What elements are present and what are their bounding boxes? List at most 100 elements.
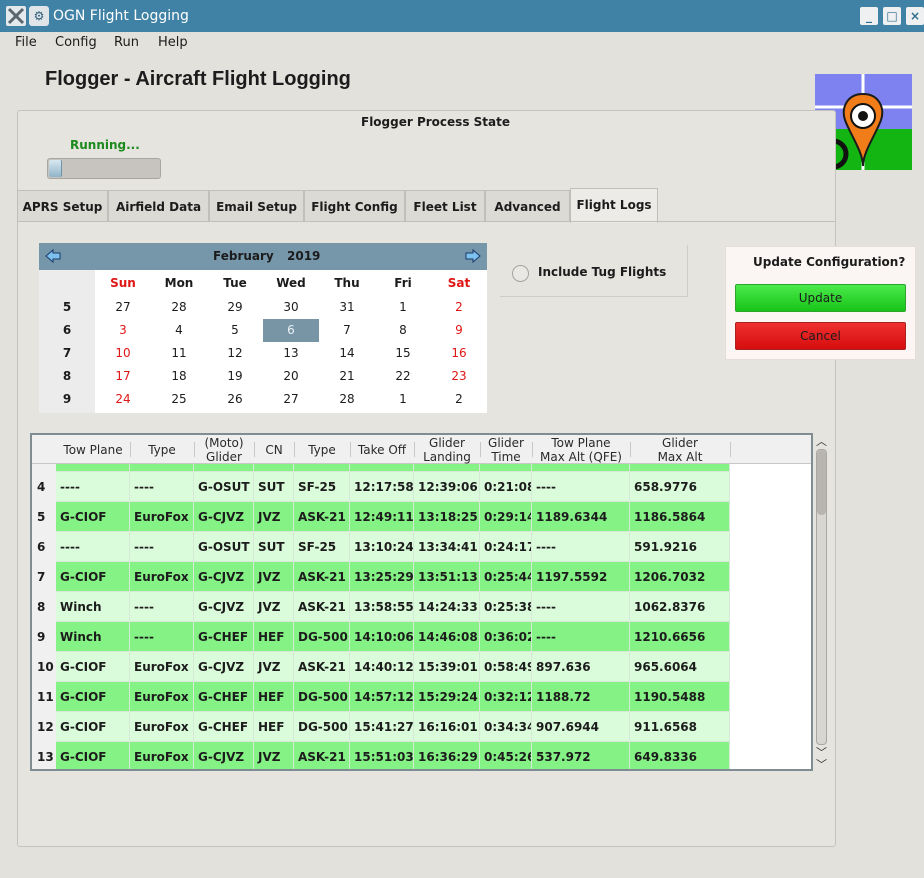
row-header[interactable]: 10 (32, 652, 56, 682)
row-header[interactable]: 6 (32, 532, 56, 562)
column-header[interactable]: Type (294, 435, 350, 464)
calendar-day[interactable]: 29 (207, 296, 263, 319)
calendar-day[interactable]: 9 (431, 319, 487, 342)
table-cell[interactable]: G-CHEF (194, 622, 254, 652)
menu-config[interactable]: Config (55, 35, 97, 50)
table-cell[interactable]: EuroFox (130, 502, 194, 532)
table-cell[interactable]: 13:25:29 (350, 562, 414, 592)
table-cell[interactable]: G-CIOF (56, 682, 130, 712)
prev-month-arrow-icon[interactable] (45, 248, 61, 264)
calendar-year[interactable]: 2019 (287, 249, 320, 263)
table-cell[interactable]: 1190.5488 (630, 682, 730, 712)
table-cell[interactable]: 965.6064 (630, 652, 730, 682)
table-cell[interactable]: 14:46:08 (414, 622, 480, 652)
table-cell[interactable]: G-CIOF (56, 652, 130, 682)
table-cell[interactable]: HEF (254, 622, 294, 652)
table-cell[interactable]: ASK-21 (294, 502, 350, 532)
menu-run[interactable]: Run (114, 35, 139, 50)
table-cell[interactable]: 16:16:01 (414, 712, 480, 742)
row-header[interactable]: 8 (32, 592, 56, 622)
calendar-day[interactable]: 11 (151, 342, 207, 365)
table-cell[interactable]: 0:45:26 (480, 742, 532, 769)
calendar-day[interactable]: 1 (375, 296, 431, 319)
table-cell[interactable]: 12:17:58 (350, 472, 414, 502)
calendar-day[interactable]: 7 (319, 319, 375, 342)
table-cell[interactable]: ASK-21 (294, 592, 350, 622)
table-cell[interactable]: 658.9776 (630, 472, 730, 502)
tab-aprs-setup[interactable]: APRS Setup (17, 190, 108, 222)
table-cell[interactable]: 1210.6656 (630, 622, 730, 652)
table-cell[interactable]: 1062.8376 (630, 592, 730, 622)
scroll-down-icon-2[interactable]: ﹀ (816, 756, 827, 772)
calendar-day[interactable]: 25 (151, 388, 207, 411)
calendar-month[interactable]: February (213, 249, 274, 263)
table-cell[interactable]: 591.9216 (630, 532, 730, 562)
table-cell[interactable]: ---- (130, 472, 194, 502)
table-cell[interactable]: G-OSUT (194, 532, 254, 562)
table-cell[interactable]: 0:21:08 (480, 472, 532, 502)
calendar-day[interactable]: 31 (319, 296, 375, 319)
table-cell[interactable]: 12:39:06 (414, 472, 480, 502)
table-cell[interactable]: DG-500 (294, 682, 350, 712)
column-header[interactable]: Glider Landing (414, 435, 480, 464)
maximize-icon[interactable]: □ (883, 7, 901, 25)
scroll-thumb[interactable] (817, 450, 826, 515)
calendar-day[interactable]: 21 (319, 365, 375, 388)
table-cell[interactable]: EuroFox (130, 742, 194, 769)
table-cell[interactable]: 0:24:17 (480, 532, 532, 562)
calendar-day[interactable]: 23 (431, 365, 487, 388)
table-cell[interactable]: 14:24:33 (414, 592, 480, 622)
table-cell[interactable]: 0:58:49 (480, 652, 532, 682)
table-cell[interactable]: G-CIOF (56, 502, 130, 532)
table-cell[interactable]: ASK-21 (294, 652, 350, 682)
table-cell[interactable]: 649.8336 (630, 742, 730, 769)
table-cell[interactable]: JVZ (254, 562, 294, 592)
calendar-day[interactable]: 18 (151, 365, 207, 388)
table-cell[interactable]: 13:51:13 (414, 562, 480, 592)
calendar-day[interactable]: 8 (375, 319, 431, 342)
column-header[interactable]: Type (130, 435, 194, 464)
row-header[interactable]: 5 (32, 502, 56, 532)
table-cell[interactable]: ---- (532, 592, 630, 622)
tab-advanced[interactable]: Advanced (485, 190, 570, 222)
calendar-day[interactable]: 6 (263, 319, 319, 342)
table-cell[interactable]: SF-25 (294, 532, 350, 562)
calendar-day[interactable]: 4 (151, 319, 207, 342)
menu-help[interactable]: Help (158, 35, 188, 50)
row-header[interactable]: 7 (32, 562, 56, 592)
table-cell[interactable]: HEF (254, 712, 294, 742)
column-header[interactable]: CN (254, 435, 294, 464)
table-cell[interactable]: ---- (130, 622, 194, 652)
calendar-day[interactable]: 28 (151, 296, 207, 319)
table-cell[interactable]: 537.972 (532, 742, 630, 769)
next-month-arrow-icon[interactable] (465, 248, 481, 264)
calendar-day[interactable]: 30 (263, 296, 319, 319)
table-cell[interactable]: ASK-21 (294, 742, 350, 769)
table-cell[interactable]: JVZ (254, 502, 294, 532)
calendar-day[interactable]: 26 (207, 388, 263, 411)
minimize-icon[interactable]: _ (860, 7, 878, 25)
table-cell[interactable]: 1188.72 (532, 682, 630, 712)
column-header[interactable]: Take Off (350, 435, 414, 464)
table-cell[interactable]: ---- (532, 622, 630, 652)
tab-flight-logs[interactable]: Flight Logs (570, 188, 658, 223)
table-cell[interactable]: EuroFox (130, 682, 194, 712)
calendar-day[interactable]: 22 (375, 365, 431, 388)
calendar-day[interactable]: 1 (375, 388, 431, 411)
table-cell[interactable]: 13:18:25 (414, 502, 480, 532)
table-cell[interactable]: EuroFox (130, 652, 194, 682)
table-cell[interactable]: 14:40:12 (350, 652, 414, 682)
calendar-day[interactable]: 13 (263, 342, 319, 365)
flight-log-table[interactable]: Tow Plane Type (Moto) Glider CN Type Take Off… (30, 433, 813, 771)
column-header[interactable]: Glider Max Alt (630, 435, 730, 464)
calendar-day[interactable]: 15 (375, 342, 431, 365)
table-cell[interactable]: ---- (130, 532, 194, 562)
calendar-day[interactable]: 10 (95, 342, 151, 365)
column-header[interactable]: Tow Plane (56, 435, 130, 464)
row-header[interactable]: 11 (32, 682, 56, 712)
tab-flight-config[interactable]: Flight Config (304, 190, 405, 222)
tab-fleet-list[interactable]: Fleet List (405, 190, 485, 222)
table-cell[interactable]: 16:36:29 (414, 742, 480, 769)
table-cell[interactable]: ---- (130, 592, 194, 622)
table-cell[interactable]: 0:25:38 (480, 592, 532, 622)
